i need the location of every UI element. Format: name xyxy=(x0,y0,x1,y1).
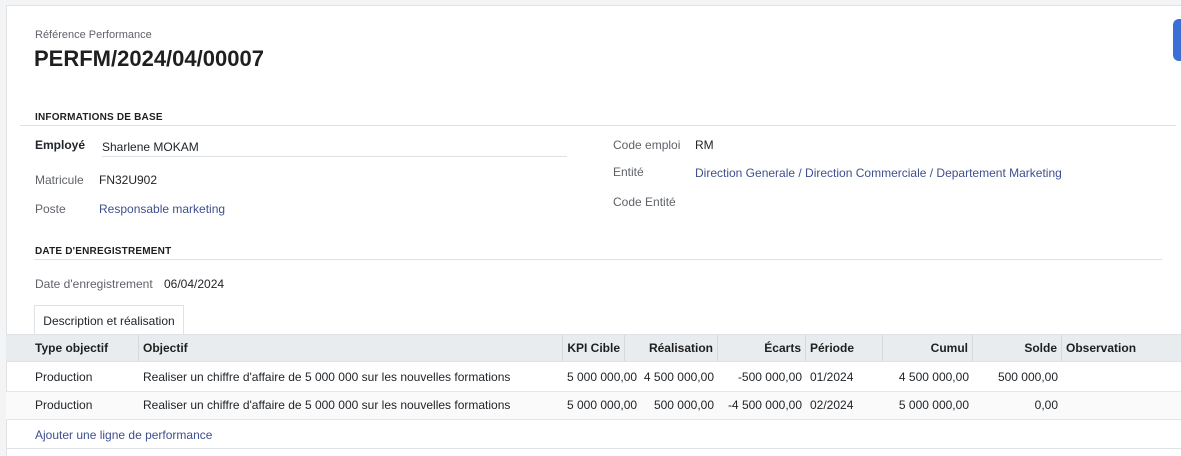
cell-objectif: Realiser un chiffre d'affaire de 5 000 0… xyxy=(143,398,511,412)
column-header-cumul[interactable]: Cumul xyxy=(883,335,973,361)
table-header: Type objectif Objectif KPI Cible Réalisa… xyxy=(6,334,1181,362)
cell-ecarts: -500 000,00 xyxy=(737,370,802,384)
side-panel-handle[interactable] xyxy=(1173,19,1181,61)
table-row[interactable]: Production Realiser un chiffre d'affaire… xyxy=(6,392,1181,420)
cell-solde: 0,00 xyxy=(1034,398,1058,412)
matricule-label: Matricule xyxy=(35,173,84,187)
cell-realisation: 500 000,00 xyxy=(653,398,714,412)
column-header-kpi[interactable]: KPI Cible xyxy=(563,335,625,361)
section-divider xyxy=(20,125,1176,126)
page-title: PERFM/2024/04/00007 xyxy=(34,46,264,71)
column-header-type[interactable]: Type objectif xyxy=(31,335,139,361)
cell-objectif: Realiser un chiffre d'affaire de 5 000 0… xyxy=(143,370,511,384)
registration-date-value: 06/04/2024 xyxy=(164,277,225,291)
cell-solde: 500 000,00 xyxy=(997,370,1058,384)
matricule-value: FN32U902 xyxy=(99,173,158,187)
code-emploi-label: Code emploi xyxy=(613,138,681,152)
cell-periode: 02/2024 xyxy=(810,398,854,412)
cell-kpi: 5 000 000,00 xyxy=(567,398,638,412)
cell-observation xyxy=(1062,364,1181,391)
entite-link[interactable]: Direction Generale / Direction Commercia… xyxy=(695,166,1062,180)
entite-label: Entité xyxy=(613,165,644,179)
reference-label: Référence Performance xyxy=(35,29,152,41)
column-header-periode[interactable]: Période xyxy=(806,335,883,361)
employee-label: Employé xyxy=(35,138,86,152)
column-header-observation[interactable]: Observation xyxy=(1062,335,1181,361)
employee-field[interactable]: Sharlene MOKAM xyxy=(102,140,567,157)
table-footer-divider xyxy=(6,448,1181,449)
poste-link[interactable]: Responsable marketing xyxy=(99,202,225,216)
cell-type: Production xyxy=(35,398,93,412)
cell-kpi: 5 000 000,00 xyxy=(567,370,638,384)
column-header-objectif[interactable]: Objectif xyxy=(139,335,563,361)
tab-description-realisation[interactable]: Description et réalisation xyxy=(34,305,184,335)
code-emploi-value: RM xyxy=(695,138,714,152)
cell-periode: 01/2024 xyxy=(810,370,854,384)
cell-observation xyxy=(1062,392,1181,419)
cell-type: Production xyxy=(35,370,93,384)
section-title-base: INFORMATIONS DE BASE xyxy=(35,112,163,123)
column-header-ecarts[interactable]: Écarts xyxy=(718,335,806,361)
column-header-solde[interactable]: Solde xyxy=(973,335,1062,361)
poste-label: Poste xyxy=(35,202,66,216)
add-performance-line-link[interactable]: Ajouter une ligne de performance xyxy=(35,428,212,442)
cell-cumul: 4 500 000,00 xyxy=(898,370,969,384)
tab-label: Description et réalisation xyxy=(43,313,175,328)
cell-cumul: 5 000 000,00 xyxy=(898,398,969,412)
cell-ecarts: -4 500 000,00 xyxy=(727,398,802,412)
registration-date-label: Date d'enregistrement xyxy=(35,277,153,291)
section-title-registration: DATE D'ENREGISTREMENT xyxy=(35,246,172,257)
code-entite-label: Code Entité xyxy=(613,195,676,209)
table-row[interactable]: Production Realiser un chiffre d'affaire… xyxy=(6,364,1181,392)
section-divider xyxy=(34,259,1162,260)
cell-realisation: 4 500 000,00 xyxy=(643,370,714,384)
column-header-realisation[interactable]: Réalisation xyxy=(625,335,718,361)
